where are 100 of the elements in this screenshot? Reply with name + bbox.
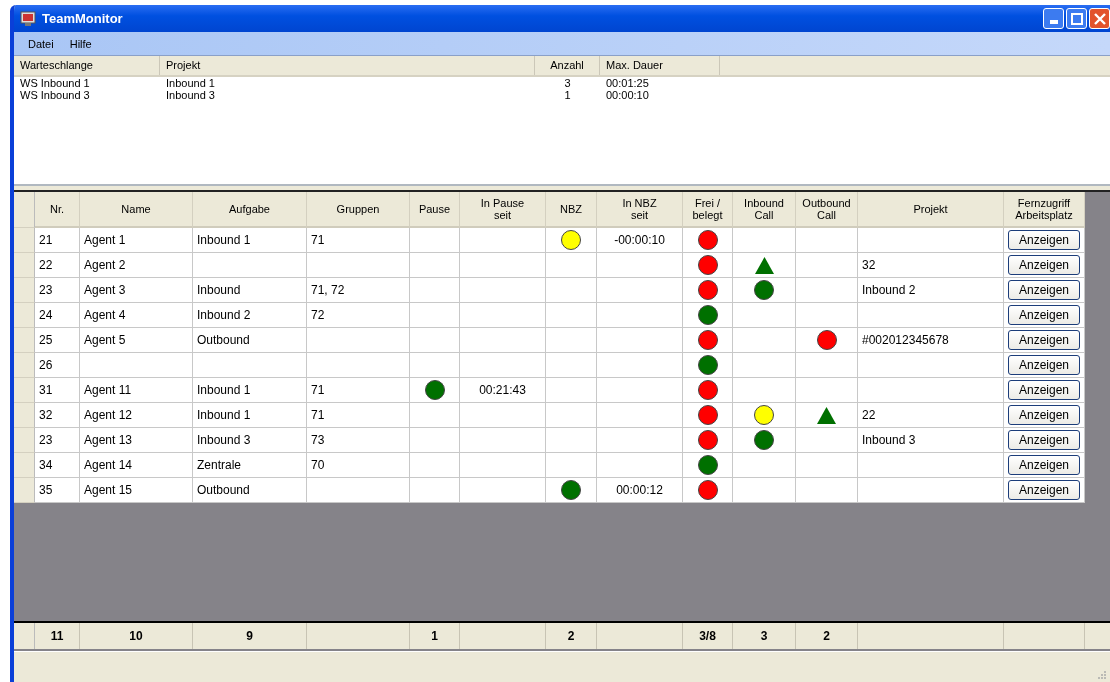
table-cell: Inbound 3 [858, 428, 1004, 453]
table-cell: Outbound [193, 328, 307, 353]
show-button[interactable]: Anzeigen [1008, 280, 1080, 300]
row-header[interactable] [14, 428, 35, 453]
column-header[interactable]: Gruppen [307, 192, 410, 228]
row-header[interactable] [14, 253, 35, 278]
show-button[interactable]: Anzeigen [1008, 405, 1080, 425]
table-cell: 71 [307, 228, 410, 253]
show-button[interactable]: Anzeigen [1008, 480, 1080, 500]
table-cell: 32 [35, 403, 80, 428]
total-cell: 1 [410, 623, 460, 649]
table-cell: Inbound 2 [858, 278, 1004, 303]
list-cell-text: 3 [563, 77, 572, 89]
table-cell: 70 [307, 453, 410, 478]
minimize-icon [1049, 20, 1058, 24]
table-cell: Agent 12 [80, 403, 193, 428]
column-header[interactable]: Nr. [35, 192, 80, 228]
table-cell: 73 [307, 428, 410, 453]
table-cell: Agent 1 [80, 228, 193, 253]
table-cell: Agent 4 [80, 303, 193, 328]
maximize-button[interactable] [1066, 8, 1087, 29]
close-icon [1093, 12, 1106, 25]
resize-grip-icon [1097, 669, 1107, 679]
column-header[interactable]: Outbound Call [796, 192, 858, 228]
table-cell: 72 [307, 303, 410, 328]
table-cell: 25 [35, 328, 80, 353]
column-header[interactable]: Frei / belegt [683, 192, 733, 228]
column-header[interactable]: Projekt [160, 56, 535, 75]
column-header[interactable]: In NBZ seit [597, 192, 683, 228]
row-header[interactable] [14, 228, 35, 253]
table-cell: Inbound 1 [193, 228, 307, 253]
show-button[interactable]: Anzeigen [1008, 230, 1080, 250]
minimize-button[interactable] [1043, 8, 1064, 29]
column-header[interactable]: Max. Dauer [600, 56, 720, 75]
show-button[interactable]: Anzeigen [1008, 380, 1080, 400]
menu-item[interactable]: Datei [22, 37, 60, 50]
table-cell: Agent 13 [80, 428, 193, 453]
table-cell [796, 453, 858, 478]
table-cell: Agent 14 [80, 453, 193, 478]
table-cell [546, 278, 597, 303]
table-cell: 22 [858, 403, 1004, 428]
table-cell [410, 303, 460, 328]
table-cell [796, 478, 858, 503]
table-cell: 71 [307, 378, 410, 403]
show-button[interactable]: Anzeigen [1008, 305, 1080, 325]
show-button[interactable]: Anzeigen [1008, 355, 1080, 375]
row-header[interactable] [14, 403, 35, 428]
table-cell: Agent 11 [80, 378, 193, 403]
table-cell: 34 [35, 453, 80, 478]
table-cell [410, 228, 460, 253]
table-cell [410, 428, 460, 453]
total-cell: 11 [35, 623, 80, 649]
row-header[interactable] [14, 328, 35, 353]
table-cell: 23 [35, 278, 80, 303]
total-cell: 2 [796, 623, 858, 649]
menu-item[interactable]: Hilfe [63, 37, 98, 50]
table-cell [546, 378, 597, 403]
column-header[interactable]: In Pause seit [460, 192, 546, 228]
close-button[interactable] [1089, 8, 1110, 29]
table-cell: 00:21:43 [460, 378, 546, 403]
table-cell: 32 [858, 253, 1004, 278]
total-cell: 10 [80, 623, 193, 649]
column-header[interactable]: NBZ [546, 192, 597, 228]
table-cell: 71 [307, 403, 410, 428]
table-cell [546, 303, 597, 328]
row-header[interactable] [14, 453, 35, 478]
total-cell: 3 [733, 623, 796, 649]
column-header[interactable]: Fernzugriff Arbeitsplatz [1004, 192, 1085, 228]
row-header[interactable] [14, 353, 35, 378]
table-cell: Agent 5 [80, 328, 193, 353]
column-header[interactable]: Name [80, 192, 193, 228]
list-cell-text: WS Inbound 1 [19, 77, 91, 89]
table-cell [546, 403, 597, 428]
column-header[interactable]: Projekt [858, 192, 1004, 228]
show-button[interactable]: Anzeigen [1008, 430, 1080, 450]
table-cell [410, 478, 460, 503]
list-cell-text: Inbound 1 [165, 77, 216, 89]
column-header[interactable]: Aufgabe [193, 192, 307, 228]
table-cell: Zentrale [193, 453, 307, 478]
column-header[interactable]: Inbound Call [733, 192, 796, 228]
table-cell: 24 [35, 303, 80, 328]
show-button[interactable]: Anzeigen [1008, 455, 1080, 475]
table-cell [546, 428, 597, 453]
table-cell: 35 [35, 478, 80, 503]
list-cell-text: 1 [563, 89, 572, 101]
table-cell [546, 353, 597, 378]
table-cell [410, 253, 460, 278]
row-header[interactable] [14, 278, 35, 303]
row-header[interactable] [14, 478, 35, 503]
column-header[interactable]: Pause [410, 192, 460, 228]
table-cell: 31 [35, 378, 80, 403]
table-cell: 71, 72 [307, 278, 410, 303]
row-header[interactable] [14, 378, 35, 403]
list-cell-text: 00:01:25 [605, 77, 650, 89]
total-cell: 2 [546, 623, 597, 649]
show-button[interactable]: Anzeigen [1008, 255, 1080, 275]
column-header[interactable]: Warteschlange [14, 56, 160, 75]
show-button[interactable]: Anzeigen [1008, 330, 1080, 350]
row-header[interactable] [14, 303, 35, 328]
column-header[interactable]: Anzahl [535, 56, 600, 75]
